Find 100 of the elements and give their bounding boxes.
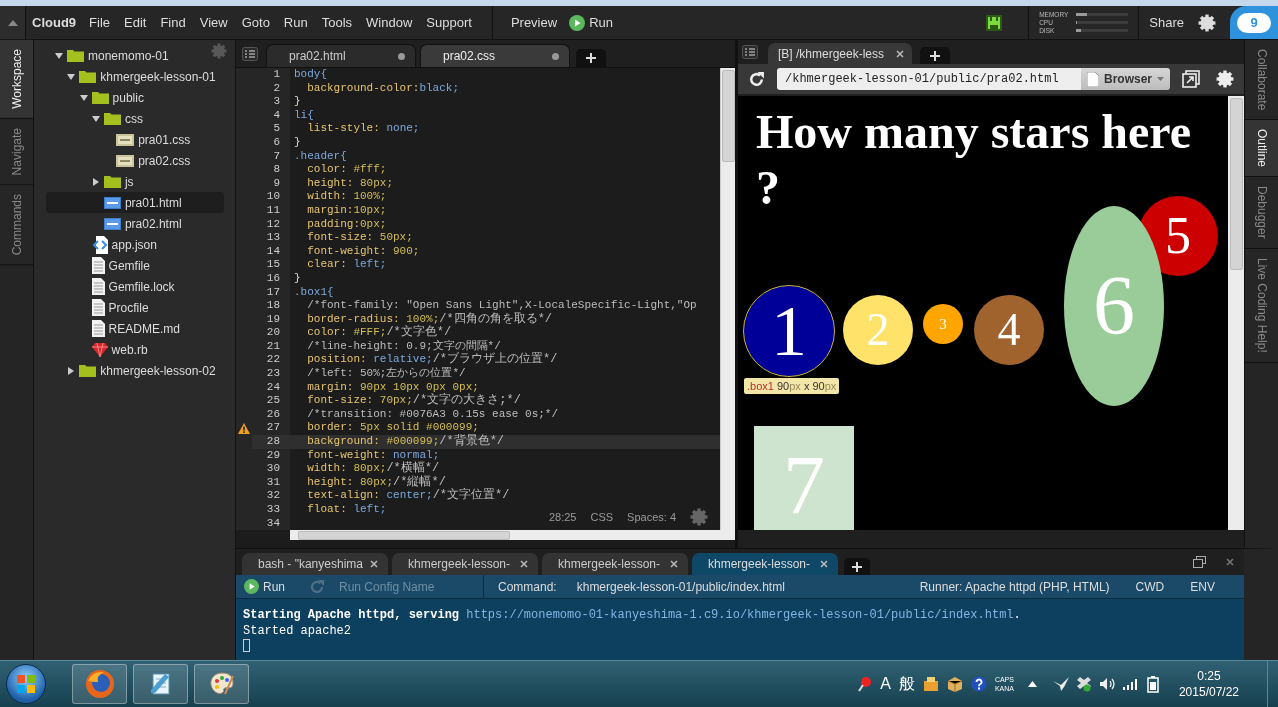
menu-item[interactable]: File [83, 13, 116, 32]
tree-item[interactable]: Gemfile.lock [46, 276, 224, 297]
speaker-icon[interactable] [1098, 677, 1115, 691]
new-tab-button[interactable] [576, 49, 606, 67]
collapse-button[interactable] [0, 6, 26, 39]
tree-item[interactable]: pra01.css [46, 129, 224, 150]
pin-icon[interactable] [858, 676, 873, 692]
tree-item[interactable]: pra02.html [46, 213, 224, 234]
settings-icon[interactable] [1198, 13, 1216, 32]
run-button[interactable]: Run [563, 12, 619, 33]
menu-item[interactable]: Find [154, 13, 192, 32]
line-number: 8 [272, 163, 281, 177]
new-tab-button[interactable] [844, 558, 870, 575]
tree-item[interactable]: monemomo-01 [46, 45, 224, 66]
ime-indicator[interactable]: A [880, 675, 891, 693]
share-button[interactable]: Share [1141, 13, 1192, 32]
tree-item[interactable]: Gemfile [46, 255, 224, 276]
menu-item[interactable]: Tools [315, 13, 359, 32]
tree-item[interactable]: pra01.html [46, 192, 224, 213]
tree-item[interactable]: khmergeek-lesson-01 [46, 66, 224, 87]
signal-icon[interactable] [1122, 678, 1139, 690]
tree-item[interactable]: khmergeek-lesson-02 [46, 360, 224, 381]
terminal-line: Started apache2 [243, 623, 353, 639]
terminal-tab[interactable]: khmergeek-lesson- [542, 553, 688, 575]
editor-tab[interactable]: pra02.css [420, 44, 570, 67]
expanded-arrow-icon[interactable] [67, 73, 76, 80]
menu-item[interactable]: Edit [118, 13, 153, 32]
close-icon[interactable] [370, 560, 378, 568]
html-file-icon [103, 196, 121, 209]
indent-setting[interactable]: Spaces: 4 [627, 511, 676, 524]
box-icon[interactable] [946, 676, 963, 692]
close-icon[interactable] [896, 49, 904, 58]
run-button[interactable]: Run [236, 579, 291, 594]
tab-menu-icon[interactable] [242, 46, 258, 61]
tree-item[interactable]: css [46, 108, 224, 129]
preview-tab[interactable]: [B] /khmergeek-less [768, 43, 912, 64]
terminal-tab[interactable]: khmergeek-lesson- [692, 553, 838, 575]
popout-icon[interactable] [1182, 70, 1200, 88]
line-number: 10 [265, 190, 281, 204]
plus-icon[interactable] [586, 53, 596, 63]
battery-icon[interactable] [1146, 675, 1159, 693]
expand-tray-icon[interactable] [1027, 681, 1037, 687]
clock[interactable]: 0:25 2015/07/22 [1178, 668, 1239, 700]
preview-button[interactable]: Preview [504, 13, 564, 32]
start-button[interactable] [6, 664, 46, 704]
command-value[interactable]: khmergeek-lesson-01/public/index.html [576, 579, 907, 594]
menu-item[interactable]: Goto [235, 13, 276, 32]
expanded-arrow-icon[interactable] [91, 115, 100, 122]
collapsed-arrow-icon[interactable] [68, 366, 75, 375]
tree-item[interactable]: public [46, 87, 224, 108]
run-config-field[interactable]: Run Config Name [335, 579, 483, 594]
plus-icon[interactable] [930, 50, 940, 61]
triangle-up-icon [7, 19, 18, 26]
code-line: /*left: 50%;左からの位置*/ [306, 367, 467, 381]
runner-selector[interactable]: Runner: Apache httpd (PHP, HTML) [906, 579, 1123, 594]
taskbar-button[interactable] [133, 664, 188, 704]
menu-item[interactable]: View [193, 13, 234, 32]
toolbox-icon[interactable] [922, 676, 939, 692]
tree-item[interactable]: js [46, 171, 224, 192]
side-tab[interactable]: Outline [1245, 120, 1278, 178]
line-number: 28 [252, 435, 290, 449]
expanded-arrow-icon[interactable] [55, 52, 63, 59]
settings-icon[interactable] [1216, 70, 1234, 88]
new-tab-button[interactable] [920, 47, 950, 64]
language-mode[interactable]: CSS [590, 511, 614, 524]
close-icon[interactable] [520, 560, 528, 568]
code-line: position: relative;/*ブラウザ上の位置*/ [306, 353, 559, 367]
terminal-tab[interactable]: bash - "kanyeshima [242, 553, 388, 575]
menu-item[interactable]: Window [360, 13, 419, 32]
editor-tab[interactable]: pra02.html [266, 44, 416, 67]
side-tab[interactable]: Workspace [0, 40, 33, 119]
reload-icon[interactable] [748, 70, 765, 88]
restore-window-icon[interactable] [1193, 556, 1206, 568]
tree-item[interactable]: web.rb [46, 339, 224, 360]
close-icon[interactable] [1226, 558, 1234, 566]
close-icon[interactable] [670, 560, 678, 568]
menu-item[interactable]: Run [277, 13, 314, 32]
url-field[interactable]: /khmergeek-lesson-01/public/pra02.html [777, 68, 1081, 90]
env-button[interactable]: ENV [1177, 579, 1228, 594]
help-icon[interactable] [970, 676, 987, 692]
tree-item[interactable]: app.json [46, 234, 224, 255]
url-link[interactable]: https://monemomo-01-kanyeshima-1.c9.io/khmergeek-lesson-01/public/index.html [466, 608, 1014, 622]
tree-item[interactable]: pra02.css [46, 150, 224, 171]
plus-icon[interactable] [852, 561, 862, 572]
taskbar-button[interactable] [72, 664, 127, 704]
browser-dropdown[interactable]: Browser [1080, 68, 1170, 90]
tab-menu-icon[interactable] [742, 45, 758, 59]
tree-item[interactable]: Procfile [46, 297, 224, 318]
ime-mode[interactable]: 般 [898, 675, 915, 693]
expanded-arrow-icon[interactable] [79, 94, 88, 101]
cwd-button[interactable]: CWD [1122, 579, 1178, 594]
taskbar-button[interactable] [194, 664, 249, 704]
cloud-logo: 9 [1237, 12, 1271, 33]
collapsed-arrow-icon[interactable] [92, 177, 99, 186]
terminal-tab[interactable]: khmergeek-lesson- [392, 553, 538, 575]
side-tab[interactable]: Commands [0, 185, 33, 266]
close-icon[interactable] [820, 560, 828, 568]
code-line: margin:10px; [306, 203, 388, 218]
tree-item[interactable]: README.md [46, 318, 224, 339]
menu-item[interactable]: Support [420, 13, 478, 32]
